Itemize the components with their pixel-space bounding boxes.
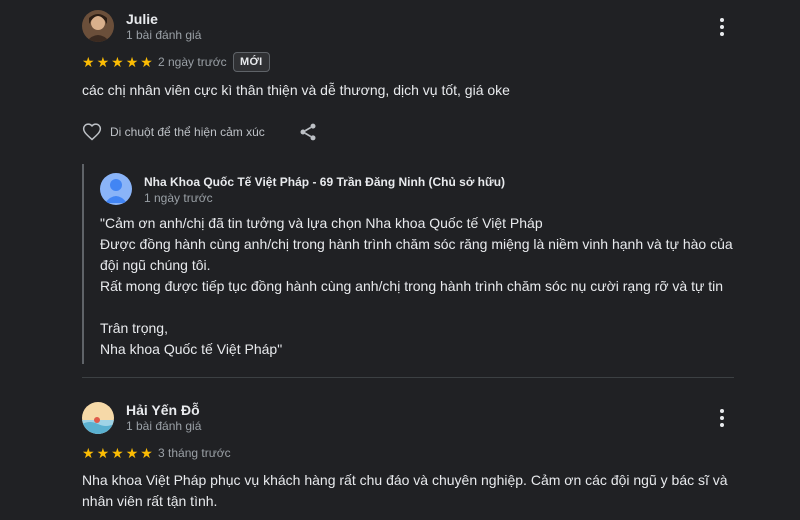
star-icon: ★ [96,445,110,461]
more-options-button[interactable] [710,406,734,430]
more-options-button[interactable] [710,15,734,39]
review-count: 1 bài đánh giá [126,28,202,42]
owner-avatar[interactable] [100,173,132,205]
star-icon: ★ [82,445,95,461]
reviewer-name[interactable]: Hải Yến Đỗ [126,402,200,418]
avatar[interactable] [82,402,114,434]
review-text: Nha khoa Việt Pháp phục vụ khách hàng rấ… [82,472,728,509]
reviewer-name[interactable]: Julie [126,11,158,27]
star-icon: ★ [82,54,95,70]
owner-name[interactable]: Nha Khoa Quốc Tế Việt Pháp - 69 Trần Đăn… [144,175,505,189]
review-time: 2 ngày trước [158,55,227,69]
more-vert-icon [720,18,724,22]
reply-time: 1 ngày trước [144,191,213,205]
review-text: các chị nhân viên cực kì thân thiện và d… [82,82,510,98]
reply-indicator [82,164,84,364]
star-icon: ★ [140,445,153,461]
star-rating: ★ ★ ★ ★ ★ [82,55,153,69]
like-label: Di chuột để thể hiện cảm xúc [110,125,265,139]
star-rating: ★ ★ ★ ★ ★ [82,446,153,460]
review-time: 3 tháng trước [158,446,231,460]
star-icon: ★ [111,445,124,461]
heart-icon [82,123,102,141]
star-icon: ★ [96,54,110,70]
review-card: Hải Yến Đỗ 1 bài đánh giá ★ ★ ★ ★ ★ 3 th… [0,378,800,520]
like-button[interactable]: Di chuột để thể hiện cảm xúc [82,122,265,142]
star-icon: ★ [111,54,124,70]
share-icon [300,123,316,141]
review-card: Julie 1 bài đánh giá ★ ★ ★ ★ ★ 2 ngày tr… [0,0,800,378]
star-icon: ★ [140,54,153,70]
new-badge: MỚI [233,52,270,72]
avatar[interactable] [82,10,114,42]
star-icon: ★ [125,54,139,70]
share-button[interactable] [298,122,318,142]
owner-reply-text: "Cảm ơn anh/chị đã tin tưởng và lựa chọn… [100,215,733,357]
star-icon: ★ [125,445,139,461]
more-vert-icon [720,409,724,413]
review-count: 1 bài đánh giá [126,419,202,433]
